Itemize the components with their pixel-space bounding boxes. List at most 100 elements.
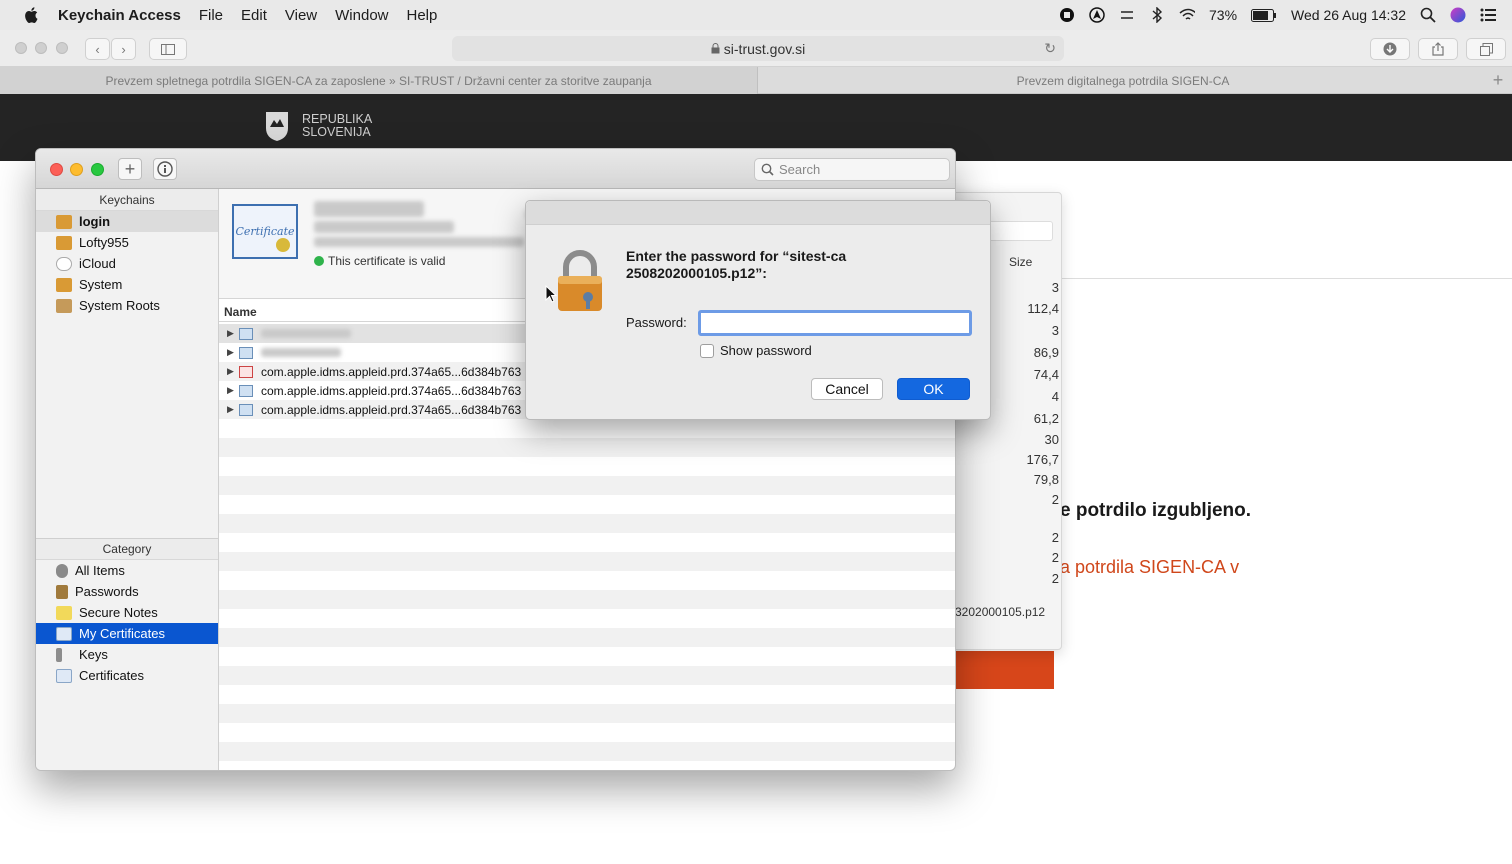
- record-icon[interactable]: [1059, 7, 1075, 23]
- sidebar-item-lofty955[interactable]: Lofty955: [36, 232, 218, 253]
- tab-label: Prevzem spletnega potrdila SIGEN-CA za z…: [105, 73, 652, 88]
- sidebar-toggle-button[interactable]: [149, 38, 187, 60]
- category-label: Certificates: [79, 668, 145, 683]
- window-zoom-button[interactable]: [56, 42, 68, 54]
- category-header: Category: [36, 538, 218, 560]
- category-label: Passwords: [75, 584, 139, 599]
- size-value: 86,9: [1033, 345, 1059, 360]
- notification-center-icon[interactable]: [1480, 7, 1496, 23]
- chevron-left-icon: ‹: [95, 41, 100, 57]
- lock-icon: [711, 43, 720, 54]
- apple-icon[interactable]: [24, 7, 38, 23]
- empty-row: [219, 457, 955, 476]
- checkbox-box[interactable]: [700, 343, 714, 358]
- menu-file[interactable]: File: [199, 7, 223, 24]
- certificate-icon: [239, 403, 253, 416]
- zoom-button[interactable]: [91, 163, 104, 176]
- reload-icon[interactable]: ↻: [1044, 40, 1056, 57]
- siri-icon[interactable]: [1450, 7, 1466, 23]
- sidebar-item-label: Lofty955: [79, 235, 129, 250]
- size-column-header[interactable]: Size: [1009, 255, 1032, 269]
- sidebar-item-system-roots[interactable]: System Roots: [36, 295, 218, 316]
- size-value: 112,4: [1027, 301, 1059, 316]
- navigation-icon[interactable]: [1089, 7, 1105, 23]
- mouse-cursor-icon: [545, 285, 557, 303]
- disclosure-triangle-icon[interactable]: ▶: [219, 366, 234, 377]
- empty-row: [219, 514, 955, 533]
- ok-button[interactable]: OK: [897, 378, 970, 400]
- menu-help[interactable]: Help: [407, 7, 438, 24]
- category-certificates[interactable]: Certificates: [36, 665, 218, 686]
- password-input[interactable]: [698, 310, 972, 336]
- cancel-button[interactable]: Cancel: [811, 378, 883, 400]
- category-my-certificates[interactable]: My Certificates: [36, 623, 218, 644]
- certificate-icon: [56, 668, 72, 683]
- sidebar-item-system[interactable]: System: [36, 274, 218, 295]
- add-item-button[interactable]: +: [118, 158, 142, 180]
- menu-edit[interactable]: Edit: [241, 7, 267, 24]
- divider: [1060, 278, 1512, 279]
- size-value: 79,8: [1033, 472, 1059, 487]
- minimize-button[interactable]: [70, 163, 83, 176]
- empty-row: [219, 419, 955, 438]
- get-info-button[interactable]: [153, 158, 177, 180]
- empty-row: [219, 552, 955, 571]
- show-password-checkbox[interactable]: Show password: [700, 343, 812, 358]
- menu-window[interactable]: Window: [335, 7, 388, 24]
- share-button[interactable]: [1418, 38, 1458, 60]
- tab-prevzem-digitalnega[interactable]: Prevzem digitalnega potrdila SIGEN-CA: [758, 67, 1488, 94]
- padlock-icon: [558, 250, 602, 311]
- address-bar[interactable]: si-trust.gov.si ↻: [452, 36, 1064, 61]
- dialog-title: Enter the password for “sitest-ca 250820…: [626, 248, 847, 281]
- window-minimize-button[interactable]: [35, 42, 47, 54]
- disclosure-triangle-icon[interactable]: ▶: [219, 328, 234, 339]
- close-button[interactable]: [50, 163, 63, 176]
- back-button[interactable]: ‹: [85, 38, 110, 60]
- category-secure-notes[interactable]: Secure Notes: [36, 602, 218, 623]
- app-menu[interactable]: Keychain Access: [58, 7, 181, 24]
- spotlight-icon[interactable]: [1420, 7, 1436, 23]
- status-area: 73% Wed 26 Aug 14:32: [1059, 0, 1496, 30]
- search-input[interactable]: Search: [754, 158, 950, 181]
- control-icon[interactable]: [1119, 7, 1135, 23]
- certificate-icon: [239, 346, 253, 359]
- search-icon: [761, 163, 774, 176]
- redacted-expiry: [314, 237, 524, 247]
- certificate-invalid-icon: [239, 365, 253, 378]
- sidebar-item-icloud[interactable]: iCloud: [36, 253, 218, 274]
- category-passwords[interactable]: Passwords: [36, 581, 218, 602]
- tab-sigen-ca-zaposlene[interactable]: Prevzem spletnega potrdila SIGEN-CA za z…: [0, 67, 758, 94]
- window-close-button[interactable]: [15, 42, 27, 54]
- new-tab-button[interactable]: +: [1488, 67, 1508, 94]
- download-icon: [1383, 42, 1397, 56]
- tabs-overview-button[interactable]: [1466, 38, 1506, 60]
- row-name: com.apple.idms.appleid.prd.374a65...6d38…: [261, 383, 522, 398]
- category-all-items[interactable]: All Items: [36, 560, 218, 581]
- sidebar-item-login[interactable]: login: [36, 211, 218, 232]
- disclosure-triangle-icon[interactable]: ▶: [219, 404, 234, 415]
- download-cta-button[interactable]: [956, 651, 1054, 689]
- row-name: com.apple.idms.appleid.prd.374a65...6d38…: [261, 364, 522, 379]
- forward-button[interactable]: ›: [111, 38, 136, 60]
- redacted-row: [261, 348, 341, 357]
- clock[interactable]: Wed 26 Aug 14:32: [1291, 7, 1406, 23]
- plus-icon: +: [124, 158, 136, 179]
- empty-row: [219, 666, 955, 685]
- unlocked-icon: [56, 214, 72, 229]
- bluetooth-icon[interactable]: [1149, 7, 1165, 23]
- category-label: All Items: [75, 563, 125, 578]
- menu-view[interactable]: View: [285, 7, 317, 24]
- wifi-icon[interactable]: [1179, 7, 1196, 23]
- keychains-header: Keychains: [36, 189, 218, 211]
- downloads-button[interactable]: [1370, 38, 1410, 60]
- page-text-link[interactable]: a potrdila SIGEN-CA v: [1060, 557, 1239, 578]
- disclosure-triangle-icon[interactable]: ▶: [219, 347, 234, 358]
- browser-toolbar: ‹ › si-trust.gov.si ↻: [0, 30, 1512, 67]
- disclosure-triangle-icon[interactable]: ▶: [219, 385, 234, 396]
- size-value: 3: [1051, 280, 1059, 295]
- gov-logo[interactable]: REPUBLIKA SLOVENIJA: [264, 110, 372, 142]
- empty-row: [219, 438, 955, 457]
- battery-icon[interactable]: [1251, 7, 1277, 23]
- coat-of-arms-icon: [266, 112, 288, 141]
- category-keys[interactable]: Keys: [36, 644, 218, 665]
